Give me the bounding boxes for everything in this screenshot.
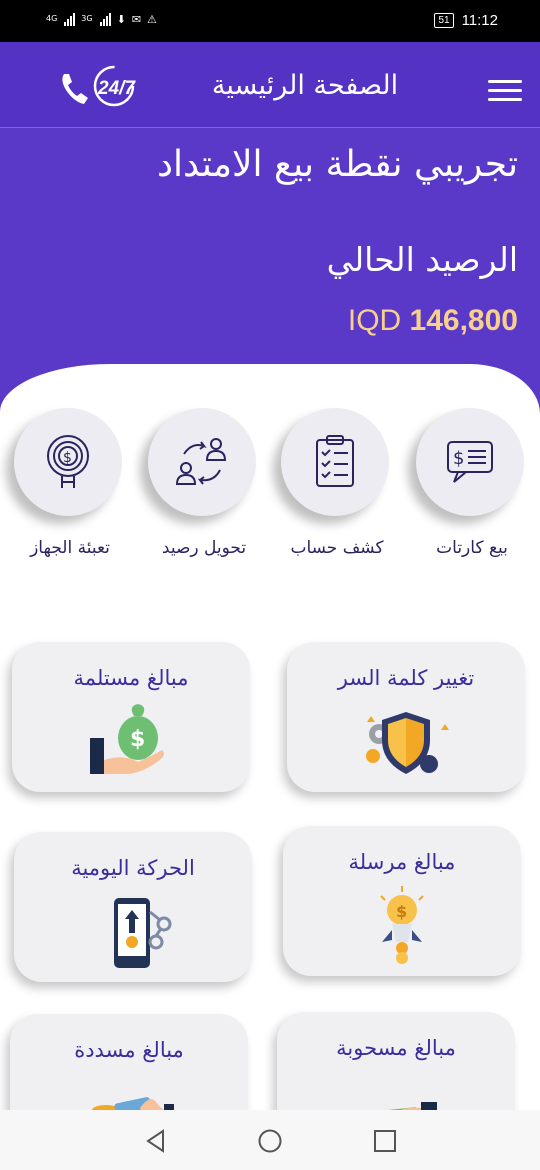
status-right: 51 11:12 xyxy=(434,12,498,29)
action-account-statement-label: كشف حساب xyxy=(290,538,384,558)
money-card-icon: $ xyxy=(447,441,493,483)
transfer-users-icon xyxy=(175,438,227,485)
svg-text:$: $ xyxy=(130,727,145,752)
balance-label: الرصيد الحالي xyxy=(326,240,518,279)
action-top-up-device[interactable]: $ تعبئة الجهاز xyxy=(14,408,142,588)
card-daily-transactions-title: الحركة اليومية xyxy=(71,856,195,880)
page-title: الصفحة الرئيسية xyxy=(211,70,399,101)
card-change-password-title: تغيير كلمة السر xyxy=(337,666,475,690)
download-icon: ⬇ xyxy=(116,12,126,26)
svg-text:$: $ xyxy=(63,450,72,466)
svg-text:$: $ xyxy=(396,902,407,921)
action-sell-cards-label: بيع كارتات xyxy=(436,538,508,558)
shield-gears-icon xyxy=(366,712,449,774)
merchant-name: تجريبي نقطة بيع الامتداد xyxy=(156,144,518,185)
action-top-up-device-circle[interactable]: $ xyxy=(14,408,122,516)
action-transfer-balance-circle[interactable] xyxy=(148,408,256,516)
card-change-password[interactable]: تغيير كلمة السر xyxy=(287,642,525,792)
phone-24-7-icon: 24/7 xyxy=(62,65,136,107)
signal-icon-2 xyxy=(99,12,111,26)
balance-amount: IQD 146,800 xyxy=(348,304,518,338)
signal-icon xyxy=(64,12,76,26)
action-account-statement-circle[interactable] xyxy=(281,408,389,516)
hamburger-menu-icon[interactable] xyxy=(488,80,522,106)
app-screen: 4G 3G ⬇ ✉ ⚠ 51 11:12 24/7 الصفحة الرئيسي… xyxy=(0,0,540,1170)
svg-text:24/7: 24/7 xyxy=(97,78,136,99)
action-sell-cards[interactable]: $ بيع كارتات xyxy=(416,408,540,588)
card-sent-amounts[interactable]: مبالغ مرسلة $ xyxy=(283,826,521,976)
balance-currency: IQD xyxy=(347,304,402,337)
status-bar: 4G 3G ⬇ ✉ ⚠ 51 11:12 xyxy=(0,0,540,42)
mail-icon: ✉ xyxy=(131,12,142,26)
card-sent-amounts-title: مبالغ مرسلة xyxy=(348,850,456,874)
lightbulb-rocket-icon: $ xyxy=(380,886,424,964)
action-top-up-device-label: تعبئة الجهاز xyxy=(30,538,110,558)
card-received-amounts-title: مبالغ مستلمة xyxy=(73,666,189,690)
coin-touch-icon: $ xyxy=(47,435,89,488)
money-bag-hand-icon: $ xyxy=(90,704,164,774)
clipboard-checklist-icon xyxy=(316,435,354,487)
network-type-1: 4G xyxy=(46,14,58,23)
card-withdrawn-amounts-title: مبالغ مسحوبة xyxy=(336,1036,456,1060)
system-nav-bar xyxy=(0,1110,540,1170)
network-type-2: 3G xyxy=(81,14,93,23)
clock: 11:12 xyxy=(461,12,498,29)
action-transfer-balance[interactable]: تحويل رصيد xyxy=(148,408,276,588)
action-transfer-balance-label: تحويل رصيد xyxy=(161,538,247,558)
back-icon[interactable] xyxy=(143,1128,169,1154)
warning-icon: ⚠ xyxy=(147,12,157,26)
card-daily-transactions[interactable]: الحركة اليومية xyxy=(14,832,252,982)
balance-value: 146,800 xyxy=(409,304,518,337)
svg-text:$: $ xyxy=(453,448,464,469)
status-indicators: 4G 3G ⬇ ✉ ⚠ xyxy=(46,12,157,26)
action-account-statement[interactable]: كشف حساب xyxy=(281,408,409,588)
home-icon[interactable] xyxy=(257,1128,283,1154)
phone-transfer-icon xyxy=(114,898,172,968)
card-paid-amounts-title: مبالغ مسددة xyxy=(74,1038,184,1062)
battery-icon: 51 xyxy=(434,13,454,28)
support-logo[interactable]: 24/7 xyxy=(58,64,148,108)
recents-icon[interactable] xyxy=(372,1128,398,1154)
card-received-amounts[interactable]: مبالغ مستلمة $ xyxy=(12,642,250,792)
action-sell-cards-circle[interactable]: $ xyxy=(416,408,524,516)
